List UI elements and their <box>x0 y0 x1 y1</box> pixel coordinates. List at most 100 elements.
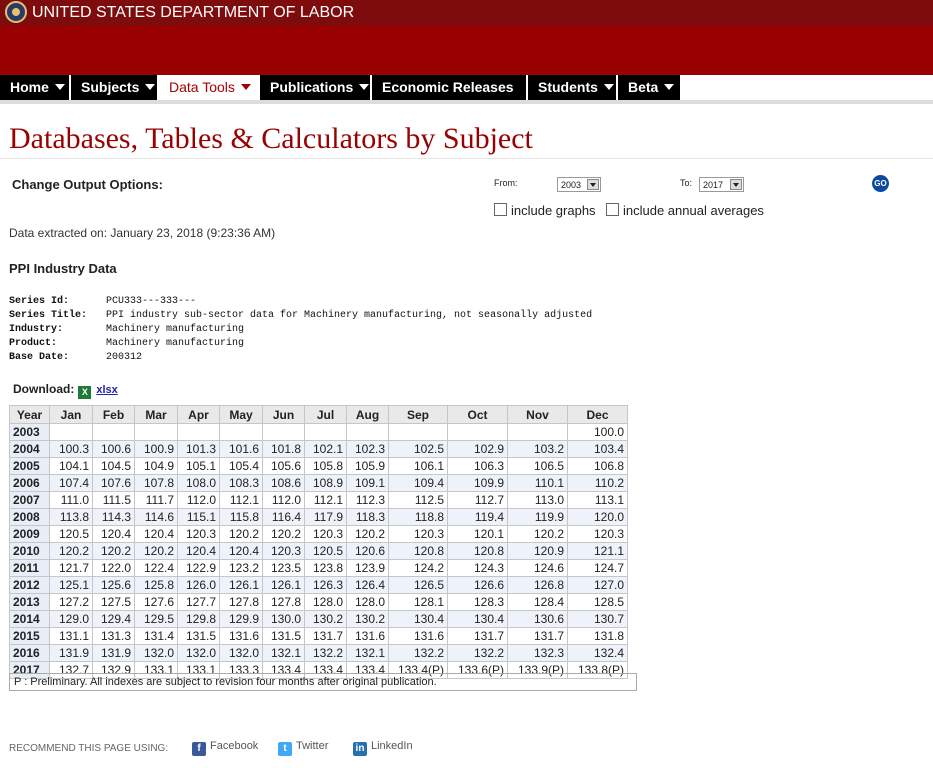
recommend-label: RECOMMEND THIS PAGE USING: <box>9 743 169 754</box>
value-cell: 123.2 <box>219 559 263 577</box>
value-cell: 120.2 <box>49 542 93 560</box>
value-cell: 120.5 <box>49 525 93 543</box>
year-cell: 2008 <box>9 508 50 526</box>
value-cell: 112.1 <box>304 491 347 509</box>
include-graphs-label: include graphs <box>511 203 596 218</box>
value-cell: 131.5 <box>262 627 305 645</box>
download-row: Download: Xxlsx <box>13 382 118 399</box>
value-cell: 120.2 <box>134 542 178 560</box>
value-cell: 127.6 <box>134 593 178 611</box>
table-header-row: Year Jan Feb Mar Apr May Jun Jul Aug Sep Oct Nov Dec <box>9 405 628 424</box>
value-cell: 131.7 <box>447 627 508 645</box>
column-header-oct: Oct <box>447 405 508 424</box>
year-cell: 2013 <box>9 593 50 611</box>
go-button[interactable]: GO <box>872 175 889 192</box>
value-cell: 109.4 <box>388 474 448 492</box>
value-cell: 120.4 <box>92 525 135 543</box>
year-cell: 2010 <box>9 542 50 560</box>
include-annual-averages-checkbox[interactable]: include annual averages <box>606 203 764 218</box>
value-cell: 106.5 <box>507 457 568 475</box>
year-cell: 2011 <box>9 559 50 577</box>
nav-home-label: Home <box>10 79 49 95</box>
value-cell: 122.0 <box>92 559 135 577</box>
linkedin-label[interactable]: LinkedIn <box>371 740 413 752</box>
nav-students[interactable]: Students <box>528 75 618 100</box>
twitter-label[interactable]: Twitter <box>296 740 328 752</box>
excel-icon[interactable]: X <box>78 386 92 399</box>
value-cell: 130.7 <box>567 610 628 628</box>
value-cell: 132.3 <box>507 644 568 662</box>
value-cell: 126.3 <box>304 576 347 594</box>
value-cell: 106.3 <box>447 457 508 475</box>
checkbox-box[interactable] <box>606 203 619 216</box>
value-cell: 132.2 <box>388 644 448 662</box>
facebook-icon[interactable]: f <box>192 742 206 756</box>
table-row: 2012 125.1 125.6 125.8 126.0 126.1 126.1 126.3 1… <box>9 576 628 594</box>
value-cell: 108.6 <box>262 474 305 492</box>
value-cell: 132.2 <box>304 644 347 662</box>
value-cell <box>304 423 347 441</box>
checkbox-box[interactable] <box>494 203 507 216</box>
value-cell: 102.9 <box>447 440 508 458</box>
value-cell: 123.5 <box>262 559 305 577</box>
value-cell: 129.5 <box>134 610 178 628</box>
base-date-key: Base Date: <box>9 352 70 363</box>
series-title-row: Series Title: PPI industry sub-sector dat… <box>9 309 592 323</box>
value-cell: 131.3 <box>92 627 135 645</box>
value-cell: 120.2 <box>507 525 568 543</box>
dol-seal-icon[interactable] <box>5 1 27 23</box>
value-cell <box>134 423 178 441</box>
column-header-sep: Sep <box>388 405 448 424</box>
twitter-icon[interactable]: t <box>278 742 292 756</box>
series-id-key: Series Id: <box>9 296 70 307</box>
value-cell: 120.4 <box>219 542 263 560</box>
year-cell: 2016 <box>9 644 50 662</box>
download-label: Download: <box>13 382 75 396</box>
xlsx-download-link[interactable]: xlsx <box>96 384 117 396</box>
linkedin-share[interactable]: in LinkedIn <box>353 740 413 756</box>
include-annual-averages-label: include annual averages <box>623 203 764 218</box>
value-cell: 129.9 <box>219 610 263 628</box>
twitter-share[interactable]: t Twitter <box>278 740 328 756</box>
nav-economic-releases-label: Economic Releases <box>382 79 514 95</box>
value-cell: 120.1 <box>447 525 508 543</box>
nav-economic-releases[interactable]: Economic Releases <box>372 75 528 115</box>
facebook-label[interactable]: Facebook <box>210 740 258 752</box>
header-band <box>0 26 933 75</box>
value-cell: 120.0 <box>567 508 628 526</box>
value-cell: 130.4 <box>388 610 448 628</box>
nav-home[interactable]: Home <box>0 75 71 100</box>
linkedin-icon[interactable]: in <box>353 742 367 756</box>
value-cell: 120.8 <box>388 542 448 560</box>
value-cell: 130.4 <box>447 610 508 628</box>
top-banner: UNITED STATES DEPARTMENT OF LABOR <box>0 0 933 26</box>
nav-data-tools[interactable]: Data Tools <box>159 75 260 100</box>
value-cell: 116.4 <box>262 508 305 526</box>
value-cell: 119.4 <box>447 508 508 526</box>
value-cell: 120.3 <box>304 525 347 543</box>
to-year-select[interactable]: 2017 <box>699 177 744 192</box>
nav-subjects[interactable]: Subjects <box>71 75 159 100</box>
table-row: 2011 121.7 122.0 122.4 122.9 123.2 123.5 123.8 1… <box>9 559 628 577</box>
value-cell: 117.9 <box>304 508 347 526</box>
ppi-data-table: Year Jan Feb Mar Apr May Jun Jul Aug Sep Oct Nov Dec… <box>9 405 628 679</box>
series-metadata: Series Id: PCU333---333--- Series Title: P… <box>9 295 592 365</box>
table-row: 2010 120.2 120.2 120.2 120.4 120.4 120.3 120.5 1… <box>9 542 628 560</box>
value-cell: 126.1 <box>219 576 263 594</box>
from-year-select[interactable]: 2003 <box>557 177 601 192</box>
value-cell: 100.6 <box>92 440 135 458</box>
nav-beta[interactable]: Beta <box>618 75 680 100</box>
value-cell: 132.0 <box>219 644 263 662</box>
value-cell <box>49 423 93 441</box>
include-graphs-checkbox[interactable]: include graphs <box>494 203 596 218</box>
facebook-share[interactable]: f Facebook <box>192 740 258 756</box>
value-cell: 100.3 <box>49 440 93 458</box>
value-cell: 106.8 <box>567 457 628 475</box>
value-cell: 112.0 <box>177 491 220 509</box>
value-cell: 125.8 <box>134 576 178 594</box>
department-name[interactable]: UNITED STATES DEPARTMENT OF LABOR <box>32 4 354 22</box>
nav-publications[interactable]: Publications <box>260 75 372 100</box>
value-cell: 128.0 <box>346 593 389 611</box>
value-cell: 118.8 <box>388 508 448 526</box>
value-cell: 131.8 <box>567 627 628 645</box>
